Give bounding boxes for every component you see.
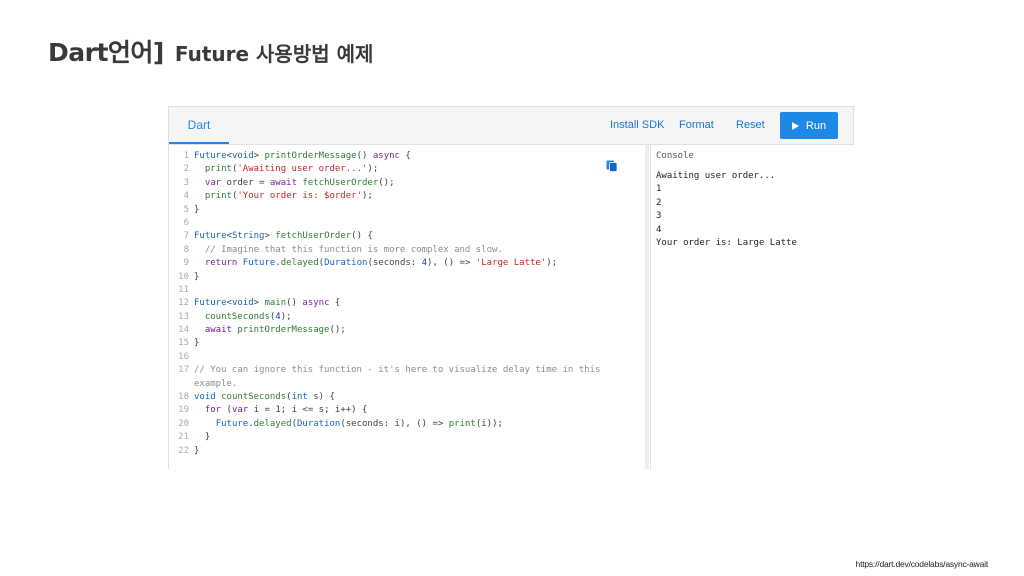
code-line: 15} [169, 337, 643, 350]
code-line: 7 Future<String> fetchUserOrder() { [169, 230, 643, 243]
line-number: 12 [178, 298, 189, 309]
console-line: 3 [656, 211, 662, 222]
line-number: 21 [178, 432, 189, 443]
code-line: 21 } [169, 431, 643, 444]
code-line: 17// You can ignore this function - it's… [169, 364, 643, 377]
panel-divider[interactable] [645, 145, 649, 469]
code-line: 12 Future<void> main() async { [169, 297, 643, 310]
line-number: 17 [178, 365, 189, 376]
console-line: 2 [656, 197, 662, 208]
code-line: 9 return Future.delayed(Duration(seconds… [169, 257, 643, 270]
slide-title-sub: Future 사용방법 예제 [174, 42, 374, 66]
dartpad-toolbar: Dart Install SDK Format Reset Run [169, 107, 853, 145]
code-line: 4 print('Your order is: $order'); [169, 190, 643, 203]
code-line: 1 Future<void> printOrderMessage() async … [169, 150, 643, 163]
line-number: 2 [183, 164, 189, 175]
code-line: 6 [169, 217, 643, 230]
code-line-wrap: example. [194, 378, 238, 389]
line-number: 14 [178, 325, 189, 336]
console-title: Console [656, 151, 694, 161]
line-number: 4 [183, 191, 189, 202]
code-line: 22} [169, 445, 643, 458]
code-line: 8 // Imagine that this function is more … [169, 244, 643, 257]
code-line: 16 [169, 351, 643, 364]
line-number: 16 [178, 351, 189, 362]
code-line: 2 print('Awaiting user order...'); [169, 163, 643, 176]
console-line: 1 [656, 184, 662, 195]
line-number: 6 [183, 217, 189, 228]
line-number: 3 [183, 177, 189, 188]
copy-icon[interactable] [606, 158, 618, 172]
code-area[interactable]: 1 Future<void> printOrderMessage() async … [169, 150, 643, 458]
code-line: 18 void countSeconds(int s) { [169, 391, 643, 404]
line-number: 1 [183, 151, 189, 161]
console-line: Awaiting user order... [656, 171, 776, 181]
line-number: 15 [178, 338, 189, 349]
line-number: 22 [178, 445, 189, 456]
play-icon [791, 121, 799, 130]
code-line: 3 var order = await fetchUserOrder(); [169, 177, 643, 190]
console-line: Your order is: Large Latte [656, 237, 797, 248]
code-line: 13 countSeconds(4); [169, 311, 643, 324]
install-sdk-link[interactable]: Install SDK [610, 107, 664, 144]
slide-title-main: Dart언어] [48, 38, 164, 67]
slide-title: Dart언어] Future 사용방법 예제 [48, 33, 373, 69]
line-number: 8 [183, 244, 189, 255]
code-editor[interactable]: 1 Future<void> printOrderMessage() async … [169, 145, 643, 469]
run-button-label: Run [805, 119, 827, 132]
run-button[interactable]: Run [780, 112, 838, 139]
format-button[interactable]: Format [679, 107, 714, 144]
line-number: 7 [183, 231, 189, 242]
code-line: 5} [169, 204, 643, 217]
line-number: 9 [183, 258, 189, 269]
console-panel: Console Awaiting user order... 1 2 3 4 Y… [650, 145, 854, 469]
code-line: 19 for (var i = 1; i <= s; i++) { [169, 404, 643, 417]
line-number: 20 [178, 418, 189, 429]
console-line: 4 [656, 224, 662, 235]
line-number: 10 [178, 271, 189, 282]
source-url: https://dart.dev/codelabs/async-await [855, 559, 989, 569]
line-number: 18 [178, 392, 189, 403]
reset-button[interactable]: Reset [736, 107, 765, 144]
code-line: 14 await printOrderMessage(); [169, 324, 643, 337]
dartpad-window: Dart Install SDK Format Reset Run 1 Futur… [168, 106, 854, 469]
console-output: Awaiting user order... 1 2 3 4 Your orde… [656, 170, 797, 250]
line-number: 11 [178, 284, 189, 295]
code-line: 10} [169, 271, 643, 284]
tab-dart[interactable]: Dart [169, 107, 229, 144]
code-line: 11 [169, 284, 643, 297]
line-number: 5 [183, 204, 189, 215]
line-number: 13 [178, 311, 189, 322]
line-number: 19 [178, 405, 189, 416]
code-line: 20 Future.delayed(Duration(seconds: i), … [169, 418, 643, 431]
